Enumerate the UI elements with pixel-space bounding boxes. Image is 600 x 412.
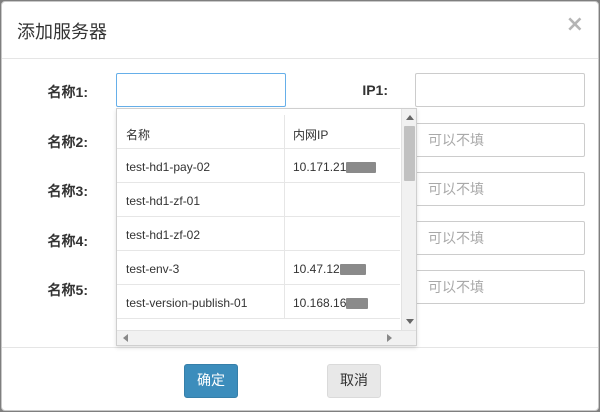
- name1-label: 名称1:: [47, 84, 88, 100]
- column-divider: [284, 115, 285, 148]
- ip4-input[interactable]: [415, 221, 585, 255]
- column-divider: [284, 251, 285, 284]
- scrollbar-thumb[interactable]: [404, 126, 415, 181]
- suggestion-ip: 10.47.12: [293, 262, 366, 276]
- scroll-left-arrow-icon[interactable]: [123, 334, 128, 342]
- suggestion-row[interactable]: test-hd1-zf-01: [117, 183, 400, 217]
- suggestion-header-row: 名称 内网IP: [117, 115, 400, 149]
- scroll-down-arrow-icon[interactable]: [406, 319, 414, 324]
- name4-label: 名称4:: [47, 233, 88, 249]
- name2-label: 名称2:: [47, 134, 88, 150]
- ip1-input[interactable]: [415, 73, 585, 107]
- column-header-ip: 内网IP: [293, 128, 329, 142]
- suggestion-name: test-env-3: [126, 262, 180, 276]
- dialog-header: 添加服务器 ×: [2, 2, 598, 59]
- suggestion-row[interactable]: test-hd1-zf-02: [117, 217, 400, 251]
- column-header-name: 名称: [126, 128, 151, 142]
- suggestion-row[interactable]: test-version-publish-01 10.168.16: [117, 285, 400, 319]
- suggestion-ip: 10.168.16: [293, 296, 369, 310]
- close-icon[interactable]: ×: [566, 14, 584, 36]
- cancel-button[interactable]: 取消: [327, 364, 381, 398]
- ip2-input[interactable]: [415, 123, 585, 157]
- ip3-input[interactable]: [415, 172, 585, 206]
- name3-label: 名称3:: [47, 183, 88, 199]
- suggestion-name: test-version-publish-01: [126, 296, 248, 310]
- scroll-up-arrow-icon[interactable]: [406, 115, 414, 120]
- column-divider: [284, 183, 285, 216]
- scroll-right-arrow-icon[interactable]: [387, 334, 392, 342]
- suggestion-name: test-hd1-zf-02: [126, 228, 201, 242]
- dialog-title: 添加服务器: [17, 22, 107, 43]
- suggestion-ip: 10.171.21: [293, 160, 377, 174]
- redacted-mask: [339, 264, 366, 276]
- name1-input[interactable]: [116, 73, 286, 107]
- ip1-label: IP1:: [362, 82, 388, 98]
- horizontal-scrollbar[interactable]: [117, 330, 416, 345]
- add-server-dialog: 添加服务器 × 名称1: IP1: 名称2: 名称3: 名称4: 名称5: 名称…: [1, 1, 599, 411]
- server-suggestion-dropdown: 名称 内网IP test-hd1-pay-02 10.171.21 test-h…: [116, 108, 417, 346]
- redacted-mask: [346, 298, 369, 310]
- suggestion-row[interactable]: test-hd1-pay-02 10.171.21: [117, 149, 400, 183]
- redacted-mask: [346, 162, 377, 174]
- name5-label: 名称5:: [47, 282, 88, 298]
- ip5-input[interactable]: [415, 270, 585, 304]
- column-divider: [284, 285, 285, 318]
- column-divider: [284, 217, 285, 250]
- column-divider: [284, 149, 285, 182]
- suggestion-row[interactable]: test-env-3 10.47.12: [117, 251, 400, 285]
- dialog-footer: 确定 取消: [2, 347, 598, 410]
- vertical-scrollbar[interactable]: [401, 109, 416, 330]
- suggestion-name: test-hd1-zf-01: [126, 194, 201, 208]
- confirm-button[interactable]: 确定: [184, 364, 238, 398]
- suggestion-name: test-hd1-pay-02: [126, 160, 211, 174]
